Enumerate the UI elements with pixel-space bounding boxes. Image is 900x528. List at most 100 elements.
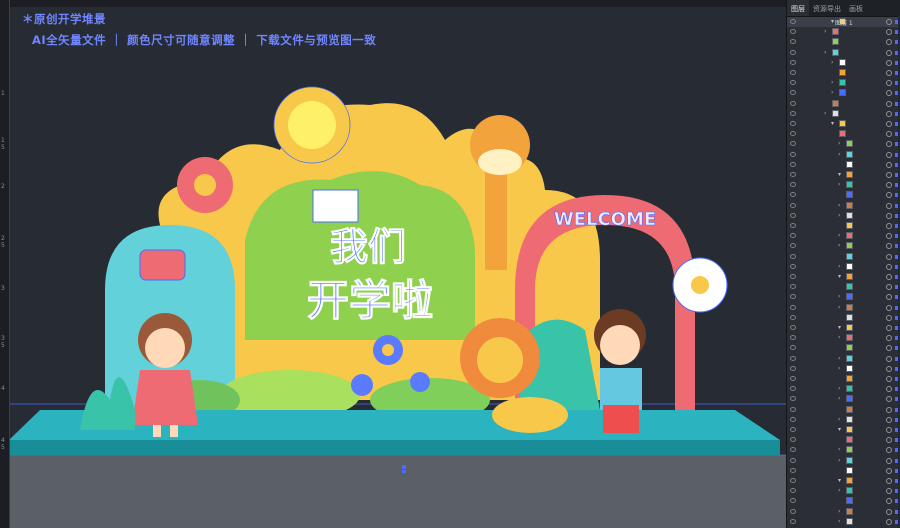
layer-target-icon[interactable] [886,121,892,127]
visibility-eye-icon[interactable] [790,233,796,239]
visibility-eye-icon[interactable] [790,396,796,402]
layer-row[interactable]: › [787,241,900,251]
layer-row[interactable] [787,129,900,139]
layer-row-top[interactable]: ▾ 图层 1 [787,17,900,27]
expand-chevron-icon[interactable]: › [838,293,840,300]
layer-target-icon[interactable] [886,508,892,515]
layer-row[interactable] [787,221,900,231]
visibility-eye-icon[interactable] [790,335,796,341]
visibility-eye-icon[interactable] [790,355,796,361]
layer-target-icon[interactable] [886,304,892,311]
visibility-eye-icon[interactable] [790,406,796,412]
visibility-eye-icon[interactable] [790,49,796,55]
expand-chevron-icon[interactable]: › [838,416,840,423]
visibility-eye-icon[interactable] [790,172,796,177]
layer-target-icon[interactable] [886,233,892,240]
visibility-eye-icon[interactable] [790,110,796,116]
expand-chevron-icon[interactable]: ▾ [838,477,841,484]
layer-row[interactable]: › [787,109,900,119]
layer-target-icon[interactable] [886,253,892,260]
visibility-eye-icon[interactable] [790,29,796,35]
layer-row[interactable] [787,343,900,353]
visibility-eye-icon[interactable] [790,325,796,330]
visibility-eye-icon[interactable] [790,182,796,188]
expand-chevron-icon[interactable]: › [838,385,840,392]
layer-row[interactable]: › [787,48,900,58]
expand-chevron-icon[interactable]: › [838,242,840,249]
visibility-eye-icon[interactable] [790,427,796,432]
expand-chevron-icon[interactable]: ▾ [838,273,841,280]
layer-row[interactable]: › [787,384,900,394]
layer-target-icon[interactable] [886,427,892,433]
expand-chevron-icon[interactable]: › [838,140,840,147]
layer-target-icon[interactable] [886,49,892,56]
layer-row[interactable]: › [787,394,900,404]
layer-target-icon[interactable] [886,314,892,321]
artboard[interactable]: WELCOME 我们 开学啦 [0,0,786,528]
layer-target-icon[interactable] [886,70,892,76]
layer-target-icon[interactable] [886,151,892,158]
layer-row[interactable]: › [787,211,900,221]
visibility-eye-icon[interactable] [790,488,796,494]
layer-target-icon[interactable] [886,284,892,291]
layer-target-icon[interactable] [886,488,892,495]
expand-chevron-icon[interactable]: › [838,487,840,494]
layer-target-icon[interactable] [886,274,892,280]
layer-row[interactable]: › [787,303,900,313]
expand-chevron-icon[interactable]: ▾ [831,120,834,127]
visibility-eye-icon[interactable] [790,437,796,443]
tab-asset-export[interactable]: 资源导出 [809,0,845,16]
expand-chevron-icon[interactable]: › [838,151,840,158]
visibility-eye-icon[interactable] [790,365,796,371]
visibility-eye-icon[interactable] [790,345,796,351]
visibility-eye-icon[interactable] [790,376,796,381]
layer-target-icon[interactable] [886,416,892,423]
layer-target-icon[interactable] [886,243,892,250]
expand-chevron-icon[interactable]: › [831,79,833,86]
layer-target-icon[interactable] [886,39,892,46]
layer-target-icon[interactable] [886,141,892,148]
expand-chevron-icon[interactable]: ▾ [838,324,841,331]
layer-target-icon[interactable] [886,457,892,464]
expand-chevron-icon[interactable]: ▾ [838,426,841,433]
layer-target-icon[interactable] [886,202,892,209]
expand-chevron-icon[interactable]: › [838,263,840,270]
expand-chevron-icon[interactable]: › [824,49,826,56]
layer-target-icon[interactable] [886,59,892,66]
visibility-eye-icon[interactable] [790,100,796,106]
expand-chevron-icon[interactable]: › [838,202,840,209]
visibility-eye-icon[interactable] [790,39,796,45]
layer-target-icon[interactable] [886,335,892,342]
layer-target-icon[interactable] [886,29,892,36]
layer-row[interactable]: ▾ [787,119,900,129]
layer-row[interactable] [787,99,900,109]
expand-chevron-icon[interactable]: ▾ [831,18,834,25]
expand-chevron-icon[interactable]: › [831,89,833,96]
visibility-eye-icon[interactable] [790,304,796,310]
layer-target-icon[interactable] [886,406,892,413]
visibility-eye-icon[interactable] [790,457,796,463]
visibility-eye-icon[interactable] [790,386,796,392]
visibility-eye-icon[interactable] [790,212,796,218]
layer-target-icon[interactable] [886,19,892,25]
expand-chevron-icon[interactable]: › [831,59,833,66]
layer-row[interactable]: › [787,150,900,160]
layer-row[interactable]: › [787,364,900,374]
layer-target-icon[interactable] [886,161,892,168]
visibility-eye-icon[interactable] [790,90,796,96]
layer-row[interactable]: ▾ [787,476,900,486]
layer-row[interactable]: › [787,180,900,190]
visibility-eye-icon[interactable] [790,19,796,24]
layer-row[interactable]: › [787,27,900,37]
visibility-eye-icon[interactable] [790,274,796,279]
layer-row[interactable]: › [787,88,900,98]
layer-row[interactable]: › [787,139,900,149]
layer-row[interactable]: › [787,517,900,527]
layer-row[interactable] [787,252,900,262]
layer-row[interactable]: › [787,201,900,211]
layer-row[interactable]: › [787,78,900,88]
visibility-eye-icon[interactable] [790,447,796,453]
layer-target-icon[interactable] [886,263,892,270]
layer-row[interactable] [787,190,900,200]
layer-target-icon[interactable] [886,325,892,331]
